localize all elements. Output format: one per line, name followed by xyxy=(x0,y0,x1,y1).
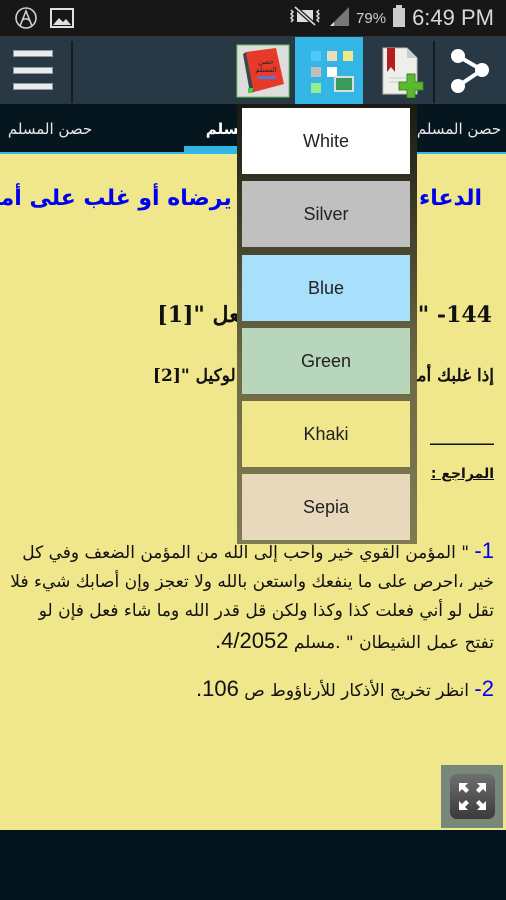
status-bar: 79% 6:49 PM xyxy=(0,0,506,36)
tab-previous[interactable]: حصن المسلم xyxy=(0,104,100,154)
option-label: Sepia xyxy=(302,496,350,517)
hamburger-menu-icon[interactable] xyxy=(0,37,70,105)
share-icon[interactable] xyxy=(438,37,500,105)
reference-source: 4/2052. xyxy=(215,628,289,653)
svg-text:حصن: حصن xyxy=(258,58,274,66)
reference-number[interactable]: 1- xyxy=(474,538,494,563)
tab-label: حصن المسلم xyxy=(7,120,93,138)
color-option-white[interactable]: White xyxy=(242,108,410,174)
option-label: Blue xyxy=(307,277,345,298)
reference-page: 106. xyxy=(195,676,239,701)
image-icon xyxy=(50,8,74,32)
add-bookmark-icon[interactable] xyxy=(368,37,432,105)
app-notification-icon xyxy=(14,6,38,34)
battery-percent: 79% xyxy=(356,9,387,27)
option-label: White xyxy=(302,130,349,151)
action-bar: حصن المسلم xyxy=(0,36,506,105)
reference-2: 2- انظر تخريج الأذكار للأرناؤوط ص 106. xyxy=(196,676,494,702)
expand-fullscreen-icon xyxy=(459,783,486,810)
option-label: Green xyxy=(300,350,352,371)
fullscreen-button[interactable] xyxy=(441,765,503,828)
color-option-green[interactable]: Green xyxy=(242,328,410,394)
option-label: Silver xyxy=(303,203,349,224)
color-option-sepia[interactable]: Sepia xyxy=(242,474,410,540)
color-option-blue[interactable]: Blue xyxy=(242,255,410,321)
toolbar-divider xyxy=(71,41,73,103)
references-heading: المراجع : xyxy=(430,466,494,482)
color-menu-popup: White Silver Blue Green Khaki Sepia xyxy=(237,104,417,544)
svg-text:المسلم: المسلم xyxy=(255,66,276,74)
book-cover-icon[interactable]: حصن المسلم xyxy=(233,37,293,105)
tab-next[interactable]: حصن المسلم xyxy=(412,104,506,154)
tab-label: حصن المسلم xyxy=(416,120,502,138)
signal-icon xyxy=(328,5,350,31)
separator-line: ________ xyxy=(430,426,494,445)
vibrate-mute-icon xyxy=(288,5,322,31)
reference-text: انظر تخريج الأذكار للأرناؤوط ص xyxy=(244,681,470,701)
color-option-khaki[interactable]: Khaki xyxy=(242,401,410,467)
battery-icon xyxy=(392,4,406,32)
reference-number[interactable]: 2- xyxy=(474,676,494,701)
option-label: Khaki xyxy=(303,423,349,444)
clock: 6:49 PM xyxy=(412,5,494,30)
color-option-silver[interactable]: Silver xyxy=(242,181,410,247)
color-theme-icon[interactable] xyxy=(295,37,363,105)
bottom-area xyxy=(0,830,506,900)
toolbar-divider xyxy=(433,41,435,103)
reference-1: 1- " المؤمن القوي خير وأحب إلى الله من ا… xyxy=(10,536,494,658)
